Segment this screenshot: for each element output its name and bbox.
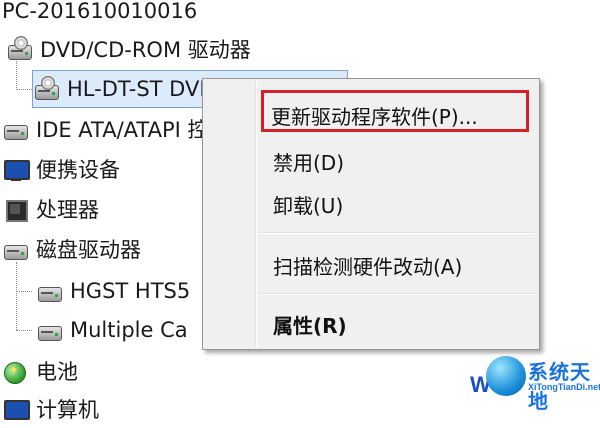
tree-item-label: Multiple Ca [70,318,188,342]
dvd-drive-icon [33,76,59,102]
tree-item-computer[interactable]: 计算机 [2,390,99,428]
tree-item-label: DVD/CD-ROM 驱动器 [40,38,251,62]
menu-item-uninstall[interactable]: 卸载(U) [273,190,343,219]
tree-item-battery[interactable]: 电池 [2,352,78,390]
menu-item-scan-hardware[interactable]: 扫描检测硬件改动(A) [273,251,462,280]
tree-item-dvd-cdrom[interactable]: DVD/CD-ROM 驱动器 [6,30,251,68]
tree-item-disk-drives[interactable]: 磁盘驱动器 [2,230,141,268]
menu-separator [259,232,535,234]
tree-item-label: 电池 [36,360,78,384]
tree-connector [16,330,32,331]
highlight-box [261,90,529,132]
menu-item-disable[interactable]: 禁用(D) [273,147,344,176]
menu-separator [259,293,535,295]
tree-connector [16,291,32,292]
portable-device-icon [2,156,30,182]
menu-gutter [255,81,257,347]
disk-drive-icon [36,317,62,343]
menu-item-properties[interactable]: 属性(R) [273,310,347,339]
battery-icon [2,358,28,384]
ide-controller-icon [2,116,28,142]
globe-icon [486,356,526,396]
tree-item-label: 便携设备 [36,158,120,182]
tree-item-label: 磁盘驱动器 [36,238,141,262]
tree-root-label: PC-201610010016 [2,0,198,23]
tree-item-portable-devices[interactable]: 便携设备 [2,150,120,188]
processor-icon [2,196,28,222]
tree-item-multiple-card[interactable]: Multiple Ca [36,311,188,349]
tree-item-hgst[interactable]: HGST HTS5 [36,272,190,310]
dvd-drive-icon [6,36,32,62]
context-menu: 更新驱动程序软件(P)... 禁用(D) 卸载(U) 扫描检测硬件改动(A) 属… [202,78,540,350]
disk-drive-icon [36,278,62,304]
tree-root[interactable]: PC-201610010016 [2,0,197,30]
disk-drive-icon [2,236,28,262]
watermark-logo: W 系统天地 XiTongTianDi.net [470,352,600,413]
tree-item-label: 计算机 [36,398,99,422]
tree-connector [16,89,32,90]
tree-item-processors[interactable]: 处理器 [2,190,99,228]
tree-item-label: HGST HTS5 [70,279,191,303]
tree-connector [16,262,17,330]
watermark-url: XiTongTianDi.net [528,382,600,392]
tree-item-label: 处理器 [36,198,99,222]
